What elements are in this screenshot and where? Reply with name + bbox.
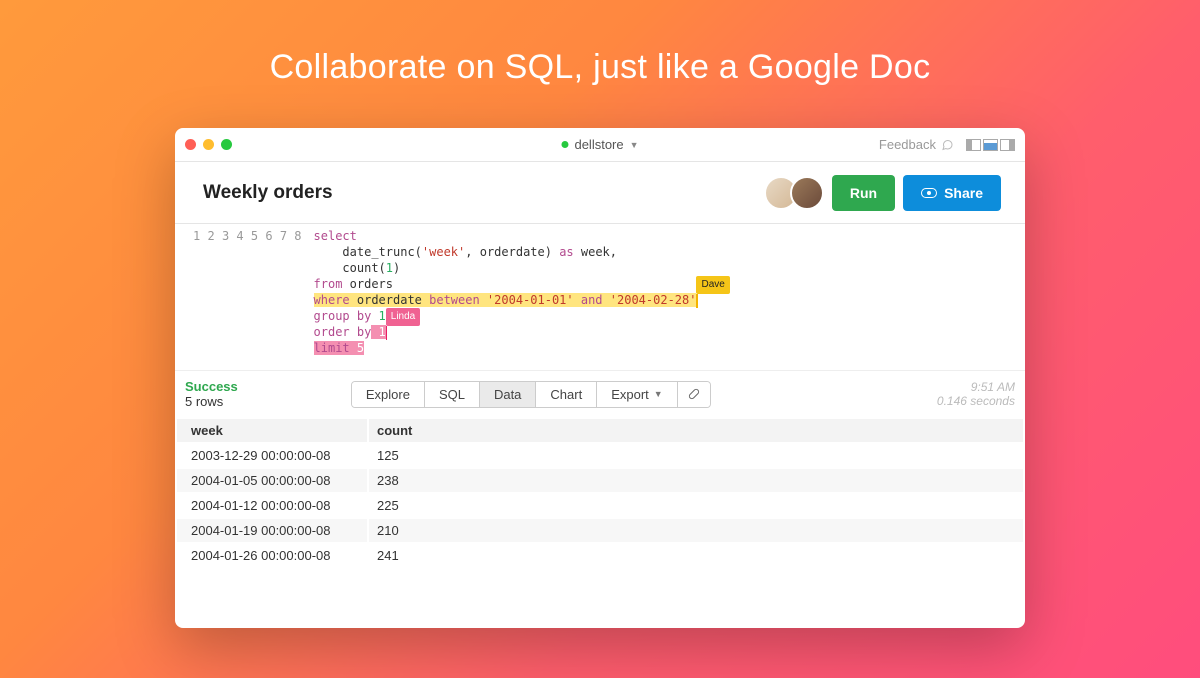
window-titlebar: dellstore ▼ Feedback <box>175 128 1025 162</box>
permalink-button[interactable] <box>677 382 710 407</box>
line-gutter: 1 2 3 4 5 6 7 8 <box>175 228 314 356</box>
query-status: Success <box>185 379 238 394</box>
collaborator-cursor-dave: Dave <box>696 294 698 308</box>
row-count: 5 rows <box>185 394 238 409</box>
presence-avatars <box>764 176 824 210</box>
column-header-week[interactable]: week <box>177 419 367 442</box>
feedback-link[interactable]: Feedback <box>879 137 954 152</box>
app-window: dellstore ▼ Feedback Weekly orders Run <box>175 128 1025 628</box>
minimize-window-button[interactable] <box>203 139 214 150</box>
window-controls <box>185 139 232 150</box>
tab-explore[interactable]: Explore <box>352 382 424 407</box>
sql-editor[interactable]: 1 2 3 4 5 6 7 8 select date_trunc('week'… <box>175 224 1025 370</box>
results-bar: Success 5 rows Explore SQL Data Chart Ex… <box>175 370 1025 417</box>
tab-sql[interactable]: SQL <box>424 382 479 407</box>
connection-status-icon <box>561 141 568 148</box>
table-row: 2004-01-19 00:00:00-08210 <box>177 519 1023 542</box>
query-timing: 9:51 AM 0.146 seconds <box>937 380 1015 408</box>
table-row: 2003-12-29 00:00:00-08125 <box>177 444 1023 467</box>
table-header-row: week count <box>177 419 1023 442</box>
database-name: dellstore <box>574 137 623 152</box>
results-table: week count 2003-12-29 00:00:00-08125 200… <box>175 417 1025 569</box>
close-window-button[interactable] <box>185 139 196 150</box>
results-tabs: Explore SQL Data Chart Export▼ <box>351 381 711 408</box>
toggle-left-panel-button[interactable] <box>966 139 981 151</box>
query-title[interactable]: Weekly orders <box>203 182 333 204</box>
avatar[interactable] <box>790 176 824 210</box>
query-toolbar: Weekly orders Run Share <box>175 162 1025 224</box>
chevron-down-icon: ▼ <box>630 140 639 150</box>
column-header-count[interactable]: count <box>369 419 1023 442</box>
tab-chart[interactable]: Chart <box>535 382 596 407</box>
toggle-right-panel-button[interactable] <box>1000 139 1015 151</box>
page-headline: Collaborate on SQL, just like a Google D… <box>0 0 1200 87</box>
code-content[interactable]: select date_trunc('week', orderdate) as … <box>314 228 698 356</box>
database-selector[interactable]: dellstore ▼ <box>561 137 638 152</box>
table-row: 2004-01-26 00:00:00-08241 <box>177 544 1023 567</box>
eye-icon <box>921 188 937 198</box>
collaborator-cursor-linda: Linda <box>386 326 388 340</box>
table-row: 2004-01-12 00:00:00-08225 <box>177 494 1023 517</box>
table-row: 2004-01-05 00:00:00-08238 <box>177 469 1023 492</box>
run-button[interactable]: Run <box>832 175 895 211</box>
maximize-window-button[interactable] <box>221 139 232 150</box>
speech-bubble-icon <box>941 139 954 151</box>
tab-data[interactable]: Data <box>479 382 535 407</box>
chevron-down-icon: ▼ <box>654 389 663 399</box>
share-button[interactable]: Share <box>903 175 1001 211</box>
tab-export[interactable]: Export▼ <box>596 382 677 407</box>
link-icon <box>687 388 700 401</box>
toggle-bottom-panel-button[interactable] <box>983 139 998 151</box>
